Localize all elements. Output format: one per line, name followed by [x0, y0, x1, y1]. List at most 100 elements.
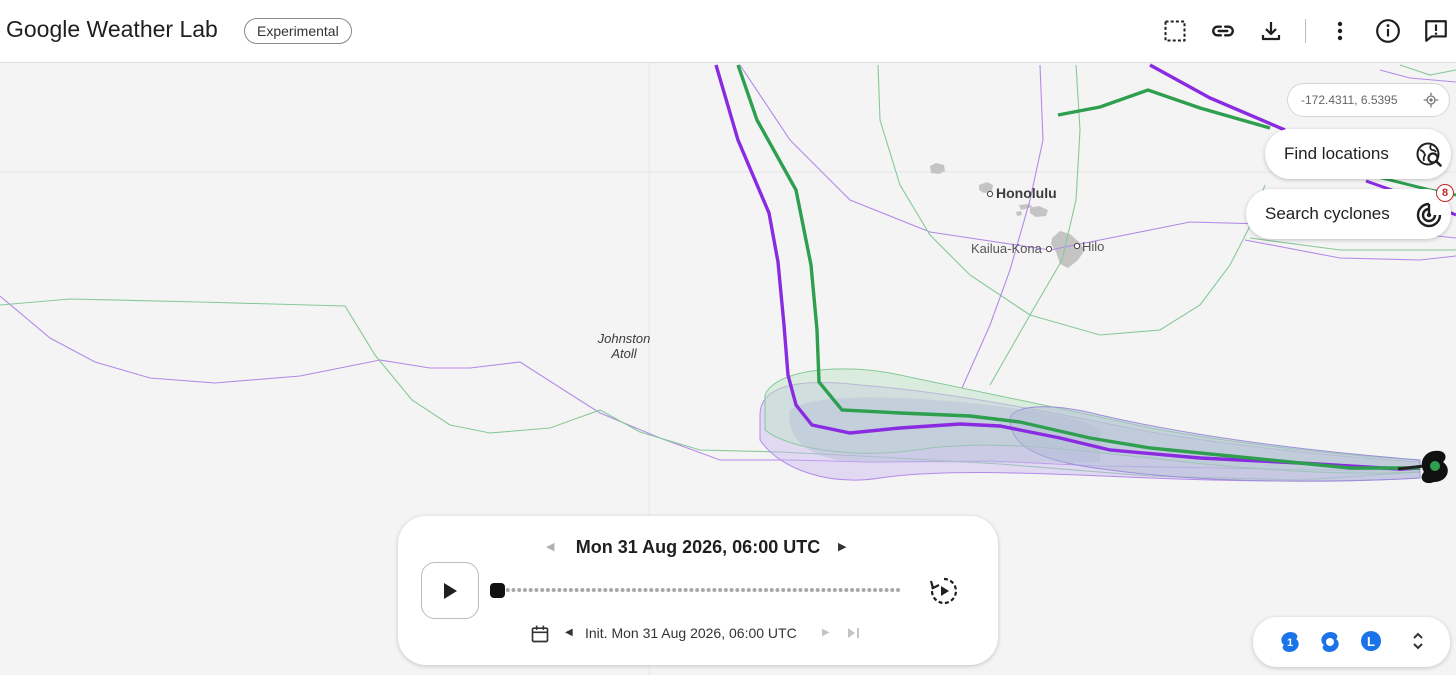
timeline-step-dot[interactable]: [878, 588, 883, 592]
timeline-step-dot[interactable]: [838, 588, 843, 592]
timeline-step-dot[interactable]: [609, 588, 614, 592]
timeline-step-dot[interactable]: [746, 588, 751, 592]
timeline-step-dot[interactable]: [683, 588, 688, 592]
timeline-step-dot[interactable]: [821, 588, 826, 592]
timeline-step-dot[interactable]: [729, 588, 734, 592]
find-locations-button[interactable]: Find locations: [1265, 129, 1451, 179]
timeline-step-dot[interactable]: [867, 588, 872, 592]
replay-forecast-button[interactable]: [928, 575, 960, 607]
timeline-step-dot[interactable]: [804, 588, 809, 592]
timeline-step-dot[interactable]: [781, 588, 786, 592]
search-cyclones-button[interactable]: Search cyclones: [1246, 189, 1451, 239]
timeline-step-dot[interactable]: [649, 588, 654, 592]
timeline-step-dot[interactable]: [603, 588, 608, 592]
timeline-step-dot[interactable]: [769, 588, 774, 592]
timeline-step-dot[interactable]: [522, 588, 527, 592]
timeline-step-dot[interactable]: [827, 588, 832, 592]
timeline-step-dot[interactable]: [534, 588, 539, 592]
timeline-step-dot[interactable]: [580, 588, 585, 592]
next-init-arrow-icon: ▶: [822, 627, 830, 638]
timeline-scrubber-thumb[interactable]: [490, 583, 505, 598]
timeline-step-dot[interactable]: [850, 588, 855, 592]
timeline-step-dot[interactable]: [844, 588, 849, 592]
timeline-step-dot[interactable]: [666, 588, 671, 592]
timeline-step-dot[interactable]: [752, 588, 757, 592]
header-divider: [1305, 19, 1306, 43]
calendar-icon[interactable]: [530, 624, 550, 647]
timeline-step-dot[interactable]: [672, 588, 677, 592]
timeline-step-dot[interactable]: [809, 588, 814, 592]
play-icon: [444, 582, 457, 599]
timeline-step-dot[interactable]: [528, 588, 533, 592]
timeline-step-dot[interactable]: [586, 588, 591, 592]
replay-icon: [929, 577, 958, 605]
experimental-badge: Experimental: [244, 18, 352, 44]
feedback-icon[interactable]: [1421, 16, 1451, 46]
timeline-step-dot[interactable]: [832, 588, 837, 592]
my-location-icon[interactable]: [1423, 92, 1439, 111]
coordinates-readout[interactable]: -172.4311, 6.5395: [1287, 83, 1450, 117]
timeline-step-dot[interactable]: [798, 588, 803, 592]
low-pressure-icon[interactable]: L: [1361, 631, 1381, 651]
timeline-step-dot[interactable]: [620, 588, 625, 592]
timeline-step-dot[interactable]: [873, 588, 878, 592]
timeline-step-dot[interactable]: [855, 588, 860, 592]
timeline-step-dot[interactable]: [884, 588, 889, 592]
timeline-step-dot[interactable]: [626, 588, 631, 592]
timeline-step-dot[interactable]: [632, 588, 636, 592]
timeline-step-dot[interactable]: [574, 588, 579, 592]
timeline-step-dot[interactable]: [643, 588, 648, 592]
timeline-track[interactable]: [490, 582, 902, 598]
timeline-step-dot[interactable]: [764, 588, 768, 592]
timeline-step-dot[interactable]: [597, 588, 602, 592]
timeline-step-dot[interactable]: [786, 588, 791, 592]
timeline-step-dot[interactable]: [551, 588, 556, 592]
timeline-step-dot[interactable]: [775, 588, 780, 592]
timeline-step-dot[interactable]: [861, 588, 866, 592]
timeline-step-dot[interactable]: [890, 588, 895, 592]
timeline-step-dot[interactable]: [568, 588, 573, 592]
timeline-step-dot[interactable]: [540, 588, 545, 592]
timeline-step-dot[interactable]: [660, 588, 665, 592]
timeline-step-dot[interactable]: [723, 588, 728, 592]
timeline-step-dot[interactable]: [517, 588, 522, 592]
more-vert-icon[interactable]: [1325, 16, 1355, 46]
coordinates-text: -172.4311, 6.5395: [1301, 93, 1398, 107]
timeline-step-dot[interactable]: [545, 588, 550, 592]
info-icon[interactable]: [1373, 16, 1403, 46]
timeline-step-dot[interactable]: [896, 588, 900, 592]
timeline-step-dot[interactable]: [654, 588, 659, 592]
timeline-step-dot[interactable]: [563, 588, 568, 592]
timeline-step-dot[interactable]: [815, 588, 820, 592]
timeline-step-dot[interactable]: [689, 588, 694, 592]
expand-collapse-icon[interactable]: [1411, 630, 1425, 657]
link-icon[interactable]: [1208, 16, 1238, 46]
timeline-step-dot[interactable]: [700, 588, 705, 592]
timeline-step-dot[interactable]: [505, 588, 510, 592]
select-area-icon[interactable]: [1160, 16, 1190, 46]
timeline-step-dot[interactable]: [677, 588, 682, 592]
latest-init-icon: [847, 626, 861, 642]
tropical-storm-icon[interactable]: [1317, 629, 1343, 655]
kailua-kona-dot: [1045, 245, 1053, 253]
next-time-arrow-icon[interactable]: ▶: [838, 540, 846, 553]
timeline-step-dot[interactable]: [637, 588, 642, 592]
timeline-step-dot[interactable]: [591, 588, 596, 592]
timeline-step-dot[interactable]: [735, 588, 740, 592]
timeline-step-dot[interactable]: [741, 588, 746, 592]
timeline-panel: ◀ Mon 31 Aug 2026, 06:00 UTC ▶ ◀ Init. M…: [398, 516, 998, 665]
cyclone-category-1-icon[interactable]: 1: [1277, 629, 1303, 655]
timeline-step-dot[interactable]: [511, 588, 516, 592]
timeline-step-dot[interactable]: [706, 588, 711, 592]
play-button[interactable]: [421, 562, 479, 619]
download-icon[interactable]: [1256, 16, 1286, 46]
previous-init-arrow-icon[interactable]: ◀: [565, 627, 573, 638]
timeline-step-dot[interactable]: [614, 588, 619, 592]
timeline-step-dot[interactable]: [557, 588, 562, 592]
timeline-step-dot[interactable]: [718, 588, 723, 592]
timeline-step-dot[interactable]: [712, 588, 717, 592]
timeline-step-dot[interactable]: [792, 588, 797, 592]
timeline-step-dot[interactable]: [695, 588, 700, 592]
timeline-step-dot[interactable]: [758, 588, 763, 592]
label-johnston-atoll: Johnston Atoll: [588, 331, 660, 361]
